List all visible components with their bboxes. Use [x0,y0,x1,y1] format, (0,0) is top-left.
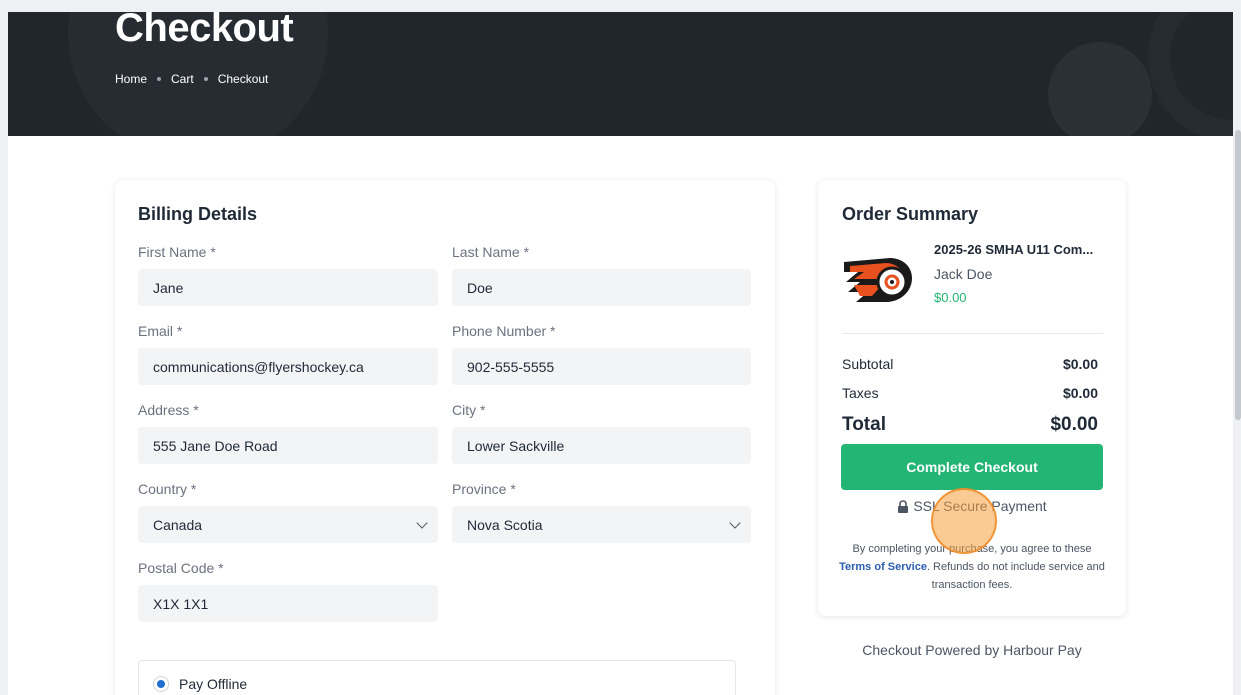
subtotal-label: Subtotal [842,356,894,372]
postal-code-field[interactable]: X1X 1X1 [138,585,438,622]
order-item-price: $0.00 [934,290,967,305]
breadcrumb-checkout: Checkout [217,72,269,86]
first-name-field[interactable]: Jane [138,269,438,306]
radio-button[interactable] [153,676,169,692]
taxes-value: $0.00 [1062,385,1098,401]
chevron-down-icon [416,517,428,529]
breadcrumb-separator [203,77,208,81]
header-decoration [1048,42,1152,136]
page-header: Checkout Home Cart Checkout [8,12,1233,136]
email-label: Email * [138,323,183,339]
chevron-down-icon [729,517,741,529]
province-value: Nova Scotia [467,516,543,533]
checkout-page: Checkout Home Cart Checkout Billing Deta… [8,12,1233,695]
address-field[interactable]: 555 Jane Doe Road [138,427,438,464]
total-value: $0.00 [1050,414,1098,435]
header-decoration [1148,12,1233,136]
lock-icon [898,499,909,513]
country-value: Canada [153,516,203,533]
postal-code-label: Postal Code * [138,560,224,576]
terms-of-service-link[interactable]: Terms of Service [839,561,927,573]
page-scrollbar[interactable] [1235,130,1241,420]
click-indicator [931,488,997,554]
province-label: Province * [452,481,516,497]
breadcrumb-cart[interactable]: Cart [171,72,194,86]
total-label: Total [842,414,886,435]
breadcrumb: Home Cart Checkout [115,72,268,86]
last-name-label: Last Name * [452,244,530,260]
complete-checkout-button[interactable]: Complete Checkout [841,444,1103,490]
order-item-name: 2025-26 SMHA U11 Com... [934,242,1094,257]
flyers-logo-icon [844,258,912,302]
country-label: Country * [138,481,197,497]
first-name-label: First Name * [138,244,216,260]
country-select[interactable]: Canada [138,506,438,543]
billing-title: Billing Details [138,204,258,224]
payment-option-pay-offline[interactable]: Pay Offline [138,660,736,695]
address-label: Address * [138,402,199,418]
province-select[interactable]: Nova Scotia [452,506,751,543]
last-name-field[interactable]: Doe [452,269,751,306]
taxes-label: Taxes [842,385,879,401]
billing-details-card: Billing Details First Name * Jane Last N… [115,180,775,695]
subtotal-value: $0.00 [1062,356,1098,372]
order-item-player: Jack Doe [934,266,993,282]
terms-text-after: . Refunds do not include service and tra… [926,561,1105,591]
phone-label: Phone Number * [452,323,556,339]
phone-field[interactable]: 902-555-5555 [452,348,751,385]
email-field[interactable]: communications@flyershockey.ca [138,348,438,385]
order-summary-title: Order Summary [842,204,979,224]
page-title: Checkout [115,12,294,50]
breadcrumb-home[interactable]: Home [115,72,147,86]
city-label: City * [452,402,486,418]
city-field[interactable]: Lower Sackville [452,427,751,464]
breadcrumb-separator [157,77,162,81]
powered-by-text: Checkout Powered by Harbour Pay [862,642,1082,658]
payment-option-label: Pay Offline [179,676,248,692]
summary-divider [842,333,1103,334]
radio-selected-dot [157,680,165,688]
